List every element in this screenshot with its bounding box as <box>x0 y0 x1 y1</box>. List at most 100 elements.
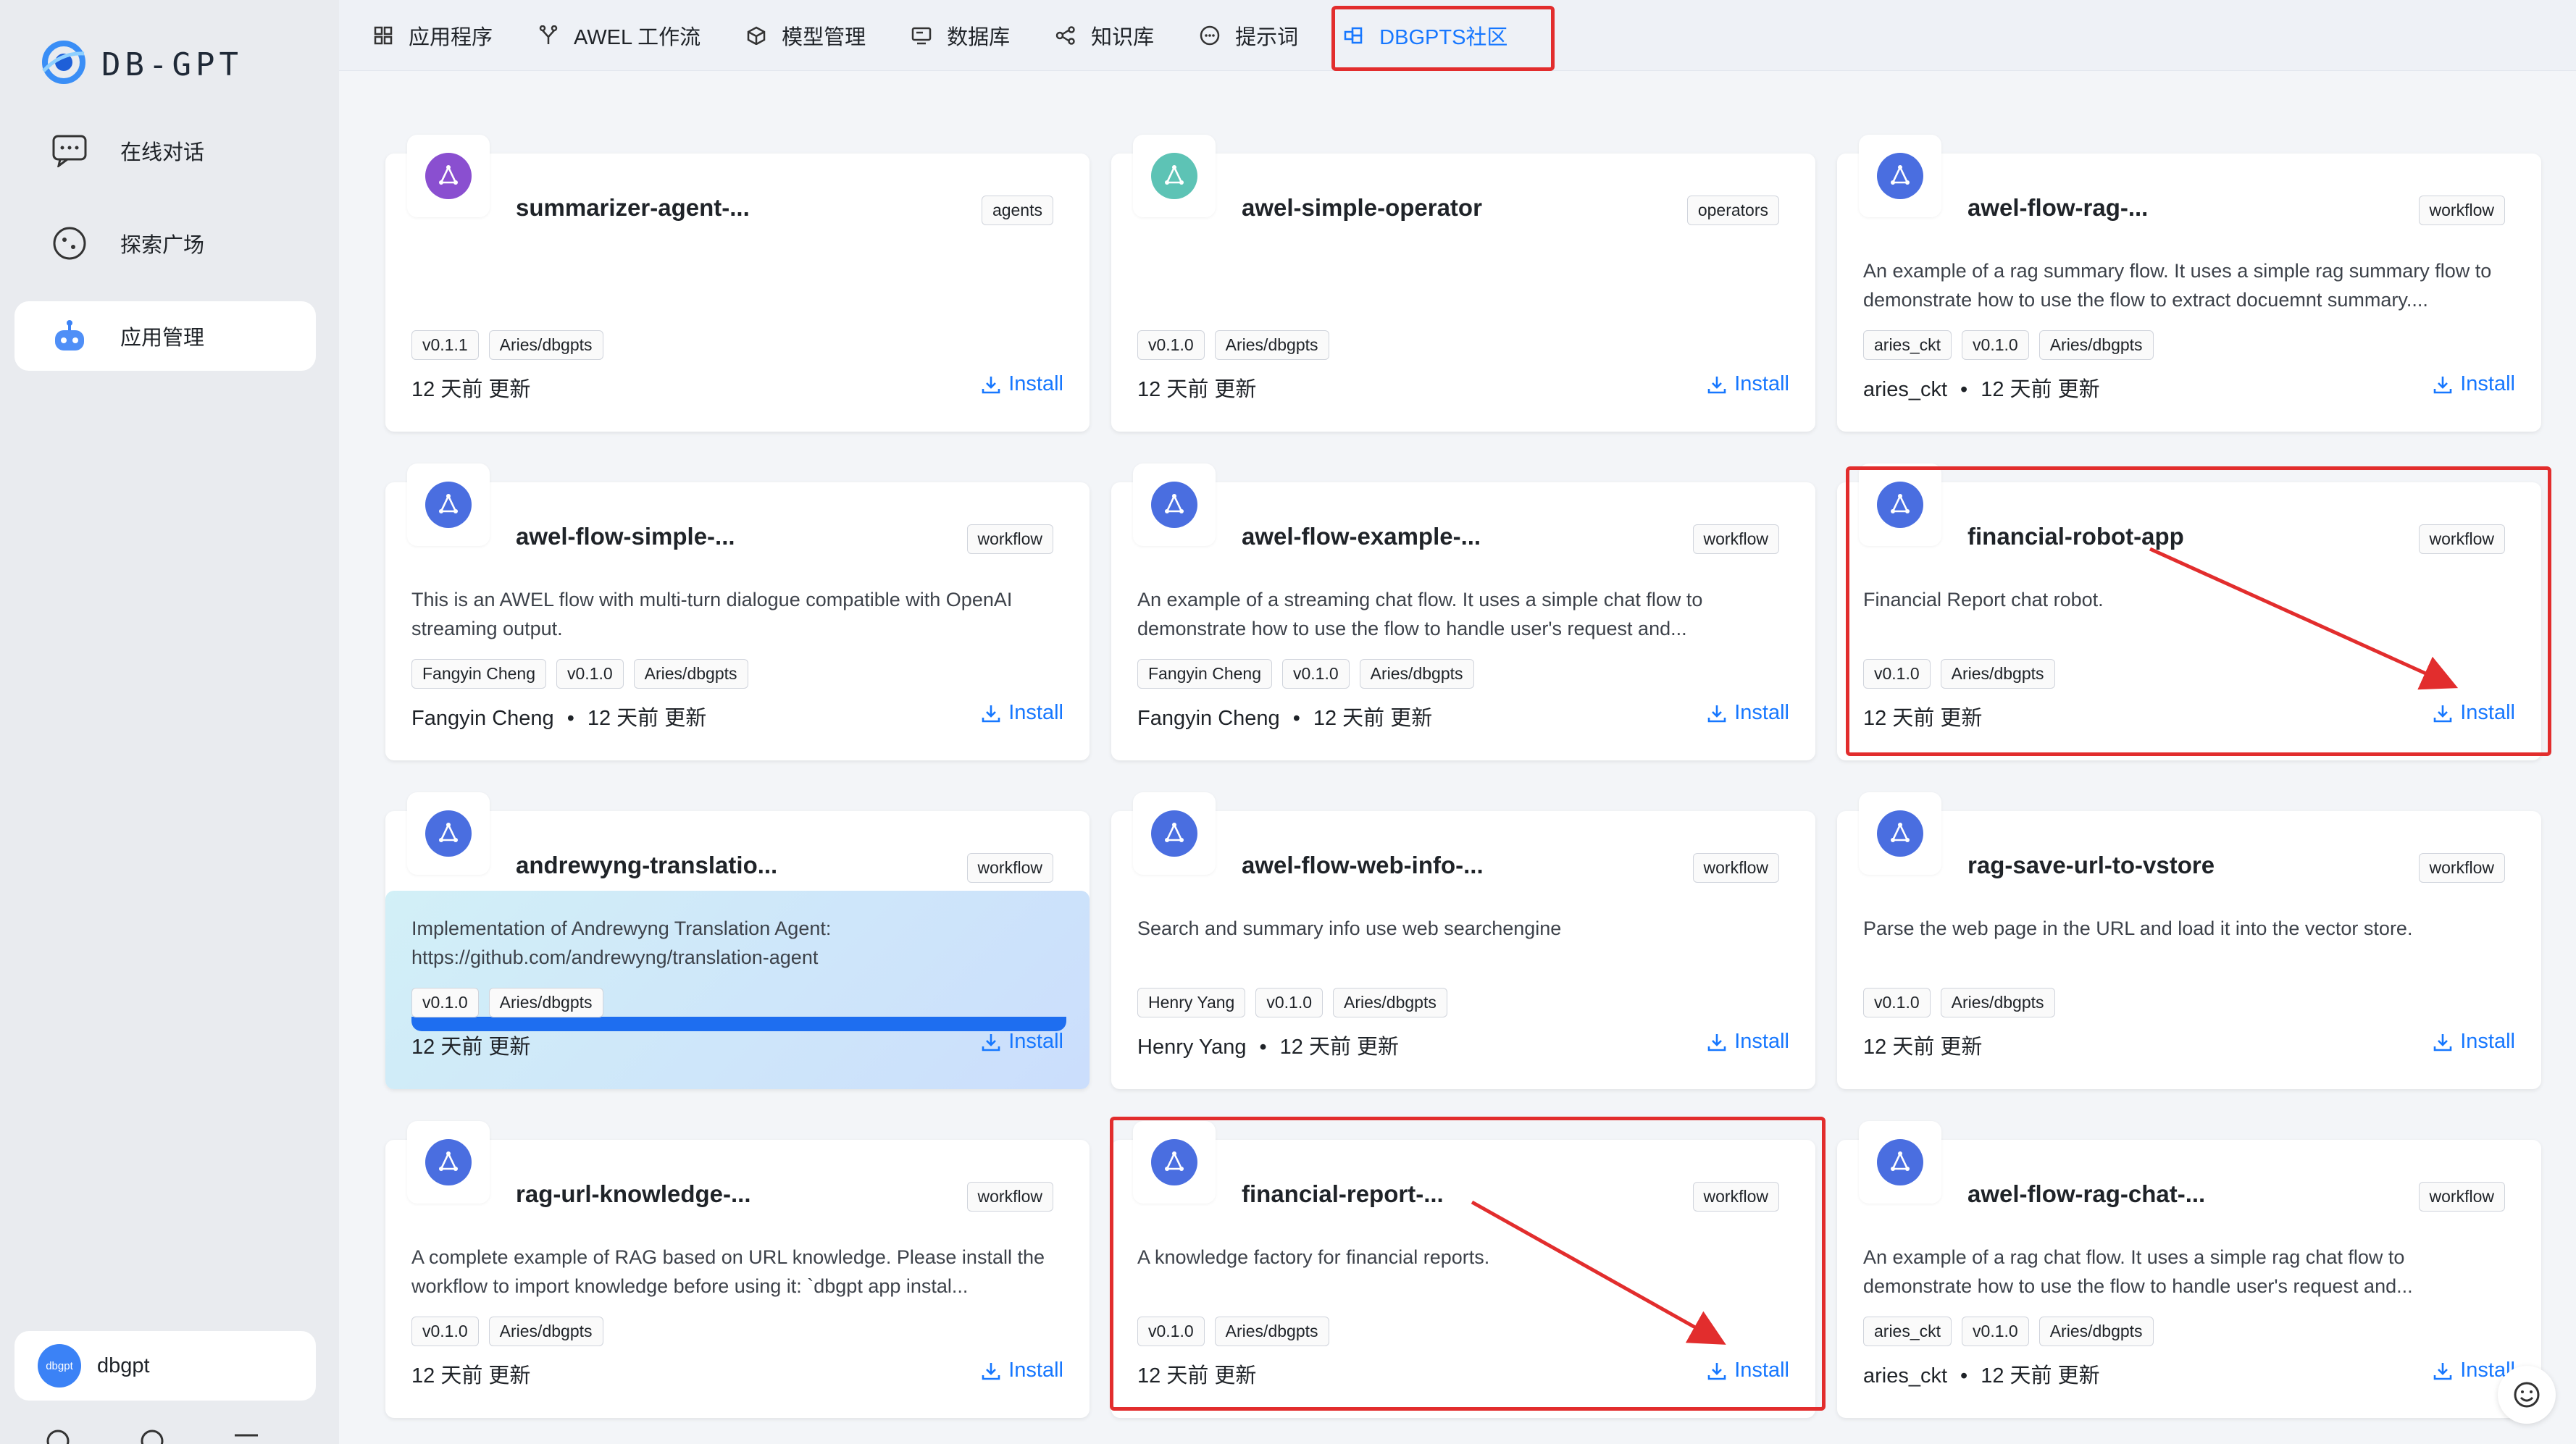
card-updated: 12 天前 更新 <box>411 1364 531 1388</box>
sidebar-item-app-management[interactable]: 应用管理 <box>14 301 316 371</box>
tab-knowledge-base[interactable]: 知识库 <box>1055 0 1154 71</box>
card-tag: v0.1.0 <box>1962 330 2029 360</box>
download-icon <box>2433 1362 2452 1380</box>
card-author: Fangyin Cheng <box>1137 707 1280 730</box>
card-tag: Aries/dbgpts <box>488 1317 603 1346</box>
card-title[interactable]: rag-url-knowledge-... <box>516 1180 751 1208</box>
install-button[interactable]: Install <box>981 1359 1063 1382</box>
card-title[interactable]: awel-flow-simple-... <box>516 523 735 550</box>
menu-icon[interactable] <box>232 1427 261 1444</box>
compass-icon <box>49 223 90 264</box>
card-tag: Aries/dbgpts <box>1940 988 2055 1017</box>
card-description: This is an AWEL flow with multi-turn dia… <box>411 589 1013 639</box>
sidebar-item-explore[interactable]: 探索广场 <box>14 209 316 278</box>
download-icon <box>982 1362 1000 1380</box>
card-meta: Fangyin Cheng • 12 天前 更新 <box>411 701 706 731</box>
card-tags: v0.1.0 Aries/dbgpts <box>411 988 603 1017</box>
download-icon <box>2433 1033 2452 1051</box>
card-tags: v0.1.0 Aries/dbgpts <box>1863 988 2055 1017</box>
card-title[interactable]: andrewyng-translatio... <box>516 852 777 879</box>
card-tag: v0.1.1 <box>411 330 479 360</box>
card-tag: v0.1.0 <box>411 1317 479 1346</box>
tab-label: 模型管理 <box>782 25 866 49</box>
user-profile[interactable]: dbgpt dbgpt <box>14 1331 316 1401</box>
meta-separator: • <box>1960 1364 1968 1388</box>
dbgpts-card[interactable]: awel-flow-rag-... workflow An example of a… <box>1837 135 2541 432</box>
card-hover-bar <box>411 1017 1066 1031</box>
card-title[interactable]: awel-flow-rag-chat-... <box>1967 1180 2205 1208</box>
card-description: An example of a rag summary flow. It use… <box>1863 260 2492 311</box>
tab-apps[interactable]: 应用程序 <box>372 0 493 71</box>
card-title[interactable]: awel-flow-web-info-... <box>1242 852 1484 879</box>
card-type-badge: agents <box>981 196 1053 225</box>
meta-separator: • <box>566 707 574 730</box>
card-updated: 12 天前 更新 <box>411 1036 531 1059</box>
dbgpts-card[interactable]: awel-flow-rag-chat-... workflow An example… <box>1837 1121 2541 1418</box>
sidebar-bottom-icons <box>43 1427 261 1444</box>
install-label: Install <box>1008 701 1063 724</box>
meta-separator: • <box>1292 707 1300 730</box>
dbgpts-card[interactable]: awel-flow-simple-... workflow This is an A… <box>385 463 1090 760</box>
flow-icon <box>425 1139 472 1185</box>
dbgpts-card[interactable]: rag-save-url-to-vstore workflow Parse the … <box>1837 792 2541 1089</box>
card-title[interactable]: rag-save-url-to-vstore <box>1967 852 2215 879</box>
tab-database[interactable]: 数据库 <box>911 0 1010 71</box>
install-label: Install <box>1734 701 1789 724</box>
cube-icon <box>745 25 767 46</box>
card-tags: Henry Yang v0.1.0 Aries/dbgpts <box>1137 988 1447 1017</box>
card-title[interactable]: awel-flow-rag-... <box>1967 194 2148 222</box>
install-button[interactable]: Install <box>2433 372 2515 396</box>
db-gpt-logo[interactable]: DB-GPT <box>39 38 285 88</box>
install-button[interactable]: Install <box>1707 701 1789 725</box>
sidebar-item-chat[interactable]: 在线对话 <box>14 116 316 185</box>
card-icon-box <box>1859 135 1941 217</box>
dbgpts-card[interactable]: summarizer-agent-... agents v0.1.1 Aries/db… <box>385 135 1090 432</box>
card-meta: 12 天前 更新 <box>411 372 530 403</box>
dbgpts-card[interactable]: awel-flow-web-info-... workflow Search and… <box>1111 792 1815 1089</box>
chat-bubble-icon <box>49 130 90 171</box>
install-button[interactable]: Install <box>1707 1030 1789 1054</box>
sidebar: DB-GPT 在线对话 探索广场 应用管理 dbgpt dbgpt <box>0 0 339 1444</box>
card-icon-box <box>407 1121 490 1204</box>
dbgpts-card[interactable]: awel-flow-example-... workflow An example … <box>1111 463 1815 760</box>
annotation-box-community-tab <box>1331 6 1555 71</box>
dbgpts-card[interactable]: andrewyng-translatio... workflow Implement… <box>385 792 1090 1089</box>
dbgpts-card[interactable]: awel-simple-operator operators v0.1.0 Aries… <box>1111 135 1815 432</box>
card-icon-box <box>407 792 490 875</box>
avatar: dbgpt <box>38 1344 81 1388</box>
flow-icon <box>1151 153 1197 199</box>
dbgpts-card[interactable]: rag-url-knowledge-... workflow A complete … <box>385 1121 1090 1418</box>
feedback-smile-icon[interactable] <box>2498 1366 2556 1424</box>
tab-model-management[interactable]: 模型管理 <box>745 0 866 71</box>
robot-icon <box>49 316 90 356</box>
card-tag: aries_ckt <box>1863 1317 1952 1346</box>
card-description: An example of a rag chat flow. It uses a… <box>1863 1246 2413 1297</box>
card-title[interactable]: awel-simple-operator <box>1242 194 1482 222</box>
globe-icon[interactable] <box>138 1427 167 1444</box>
card-description: Implementation of Andrewyng Translation … <box>411 918 832 968</box>
card-tag: v0.1.0 <box>1962 1317 2029 1346</box>
install-button[interactable]: Install <box>981 372 1063 396</box>
install-label: Install <box>1008 1030 1063 1053</box>
card-tag: Fangyin Cheng <box>411 659 546 689</box>
card-title[interactable]: summarizer-agent-... <box>516 194 750 222</box>
card-tags: Fangyin Cheng v0.1.0 Aries/dbgpts <box>1137 659 1474 689</box>
install-button[interactable]: Install <box>2433 1030 2515 1054</box>
flow-icon <box>425 810 472 857</box>
card-type-badge: workflow <box>966 853 1053 883</box>
tab-prompts[interactable]: 提示词 <box>1199 0 1298 71</box>
meta-separator: • <box>1960 378 1968 401</box>
card-tags: v0.1.1 Aries/dbgpts <box>411 330 603 360</box>
card-updated: 12 天前 更新 <box>1981 378 2100 401</box>
download-icon <box>1707 1033 1726 1051</box>
flow-icon <box>538 25 559 46</box>
install-button[interactable]: Install <box>1707 372 1789 396</box>
card-type-badge: workflow <box>2418 1182 2505 1212</box>
card-updated: 12 天前 更新 <box>1137 378 1257 401</box>
tab-label: 应用程序 <box>409 25 493 49</box>
tab-awel-workflow[interactable]: AWEL 工作流 <box>538 0 701 71</box>
install-button[interactable]: Install <box>981 701 1063 725</box>
card-title[interactable]: awel-flow-example-... <box>1242 523 1481 550</box>
install-button[interactable]: Install <box>981 1030 1063 1054</box>
settings-icon[interactable] <box>43 1427 72 1444</box>
